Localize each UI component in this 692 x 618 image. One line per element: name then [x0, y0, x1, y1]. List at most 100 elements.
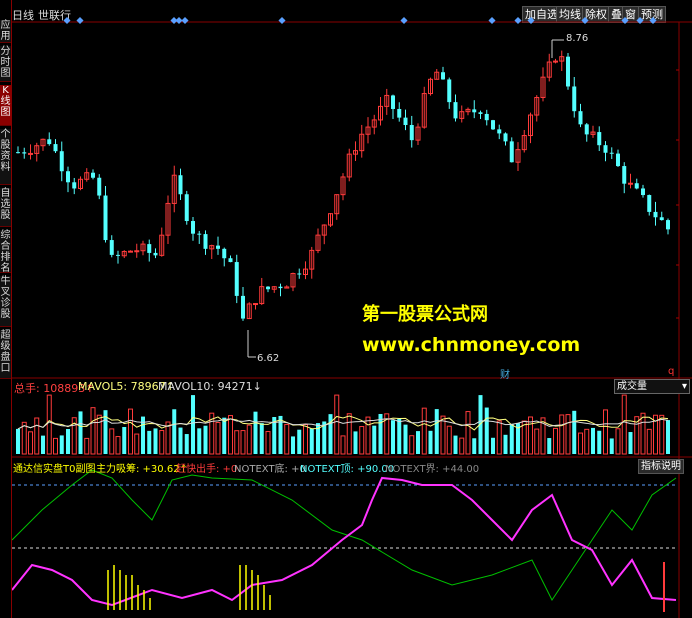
indicator-title: 通达信实盘T0副图: [13, 464, 96, 475]
candle-body: [72, 182, 77, 189]
candle-body: [241, 295, 245, 319]
candle-body: [47, 139, 52, 145]
volume-bar: [215, 421, 221, 455]
event-diamond-icon: [181, 16, 189, 25]
candle-body: [622, 166, 627, 184]
panel-frames: [12, 21, 692, 618]
volume-bar: [59, 435, 64, 454]
candle-body: [103, 195, 108, 241]
event-diamond-icon: [76, 16, 84, 25]
sidebar-item-6[interactable]: 牛叉诊股: [0, 276, 11, 327]
volume-bar: [253, 411, 258, 454]
sidebar-item-2[interactable]: K线图: [0, 85, 11, 126]
candle-body: [616, 153, 620, 167]
candle-body: [641, 188, 645, 196]
volume-bar: [303, 424, 308, 455]
candle-body: [403, 117, 408, 126]
indicator-help-button[interactable]: 指标说明: [638, 459, 684, 474]
q-marker[interactable]: q: [668, 366, 674, 377]
notext-bottom-value: NOTEXT底: +0: [234, 464, 306, 475]
candle-body: [397, 108, 402, 118]
volume-bar: [534, 428, 540, 455]
candle-body: [566, 56, 570, 87]
candle-body: [109, 240, 114, 255]
candle-body: [278, 286, 283, 289]
volume-bar: [591, 427, 595, 454]
event-diamond-icon: [649, 16, 657, 25]
candle-body: [653, 211, 658, 218]
volume-bar: [628, 432, 633, 454]
candle-body: [66, 171, 70, 183]
volume-bar: [66, 429, 70, 454]
candle-body: [584, 124, 589, 135]
low-price-label: 6.62: [257, 353, 280, 364]
volume-bar: [609, 438, 614, 454]
volume-bar: [578, 432, 583, 455]
volume-bar: [465, 411, 471, 455]
notext-boundary-value: NOTEXT界: +44.00: [385, 464, 480, 475]
event-diamond-icon: [488, 16, 496, 25]
volume-bar: [409, 435, 415, 455]
candle-body: [491, 120, 495, 130]
volume-bar: [491, 437, 495, 454]
volume-bar: [228, 415, 233, 455]
candle-body: [184, 194, 189, 222]
candle-body: [22, 152, 27, 154]
volume-bar: [484, 407, 489, 454]
volume-bar: [109, 428, 115, 455]
sidebar-item-0[interactable]: 应用: [0, 20, 11, 43]
candle-body: [453, 102, 458, 119]
volume-bar: [115, 436, 121, 455]
volume-bar: [178, 427, 183, 454]
candle-body: [553, 60, 558, 63]
candle-body: [441, 72, 445, 80]
candle-body: [484, 113, 489, 121]
volume-bar: [46, 394, 52, 455]
volume-bar: [240, 430, 246, 455]
volume-bar: [597, 430, 602, 454]
volume-bar: [297, 429, 302, 454]
volume-bar: [134, 433, 140, 455]
volume-indicator-select[interactable]: 成交量 ▾: [614, 379, 690, 394]
candle-body: [266, 286, 270, 290]
sidebar-item-7[interactable]: 超级盘口: [0, 330, 11, 379]
volume-bar: [291, 436, 295, 454]
volume-bar: [16, 428, 20, 454]
sidebar-item-3[interactable]: 个股资料: [0, 129, 11, 185]
finance-marker[interactable]: 财: [500, 366, 510, 381]
green-indicator-line: [12, 469, 677, 601]
mavol10-label: MAVOL10: 94271↓: [158, 380, 262, 393]
dropdown-arrow-icon: ▾: [681, 381, 687, 392]
volume-bar: [553, 427, 558, 455]
candle-body: [147, 244, 152, 253]
sidebar-item-5[interactable]: 综合排名: [0, 230, 11, 274]
candle-body: [409, 125, 414, 141]
candle-body: [16, 152, 20, 154]
volume-bar: [572, 410, 577, 454]
volume-bar: [197, 428, 202, 454]
candle-body: [609, 152, 614, 154]
volume-bar: [234, 430, 240, 455]
candle-body: [191, 221, 195, 234]
volume-bar: [34, 417, 40, 455]
volume-bar: [78, 411, 83, 454]
volume-bar: [416, 431, 420, 454]
event-diamond-icon: [278, 16, 286, 25]
volume-bar: [153, 428, 158, 454]
candle-body: [134, 250, 140, 253]
candle-body: [578, 111, 583, 125]
volume-bar: [334, 394, 340, 455]
candle-body: [297, 273, 302, 275]
volume-bar: [365, 416, 371, 455]
volume-bar: [666, 420, 670, 454]
event-diamond-icon: [400, 16, 408, 25]
volume-bar: [397, 418, 402, 454]
sidebar-item-4[interactable]: 自选股: [0, 188, 11, 227]
volume-bar: [659, 414, 665, 455]
sidebar-item-1[interactable]: 分时图: [0, 46, 11, 82]
volume-bar: [509, 423, 514, 454]
rapid-exit-value: 赶快出手: +0: [176, 464, 238, 475]
volume-bar: [640, 412, 646, 455]
candlestick-series: [16, 50, 670, 321]
volume-bar: [265, 431, 271, 455]
